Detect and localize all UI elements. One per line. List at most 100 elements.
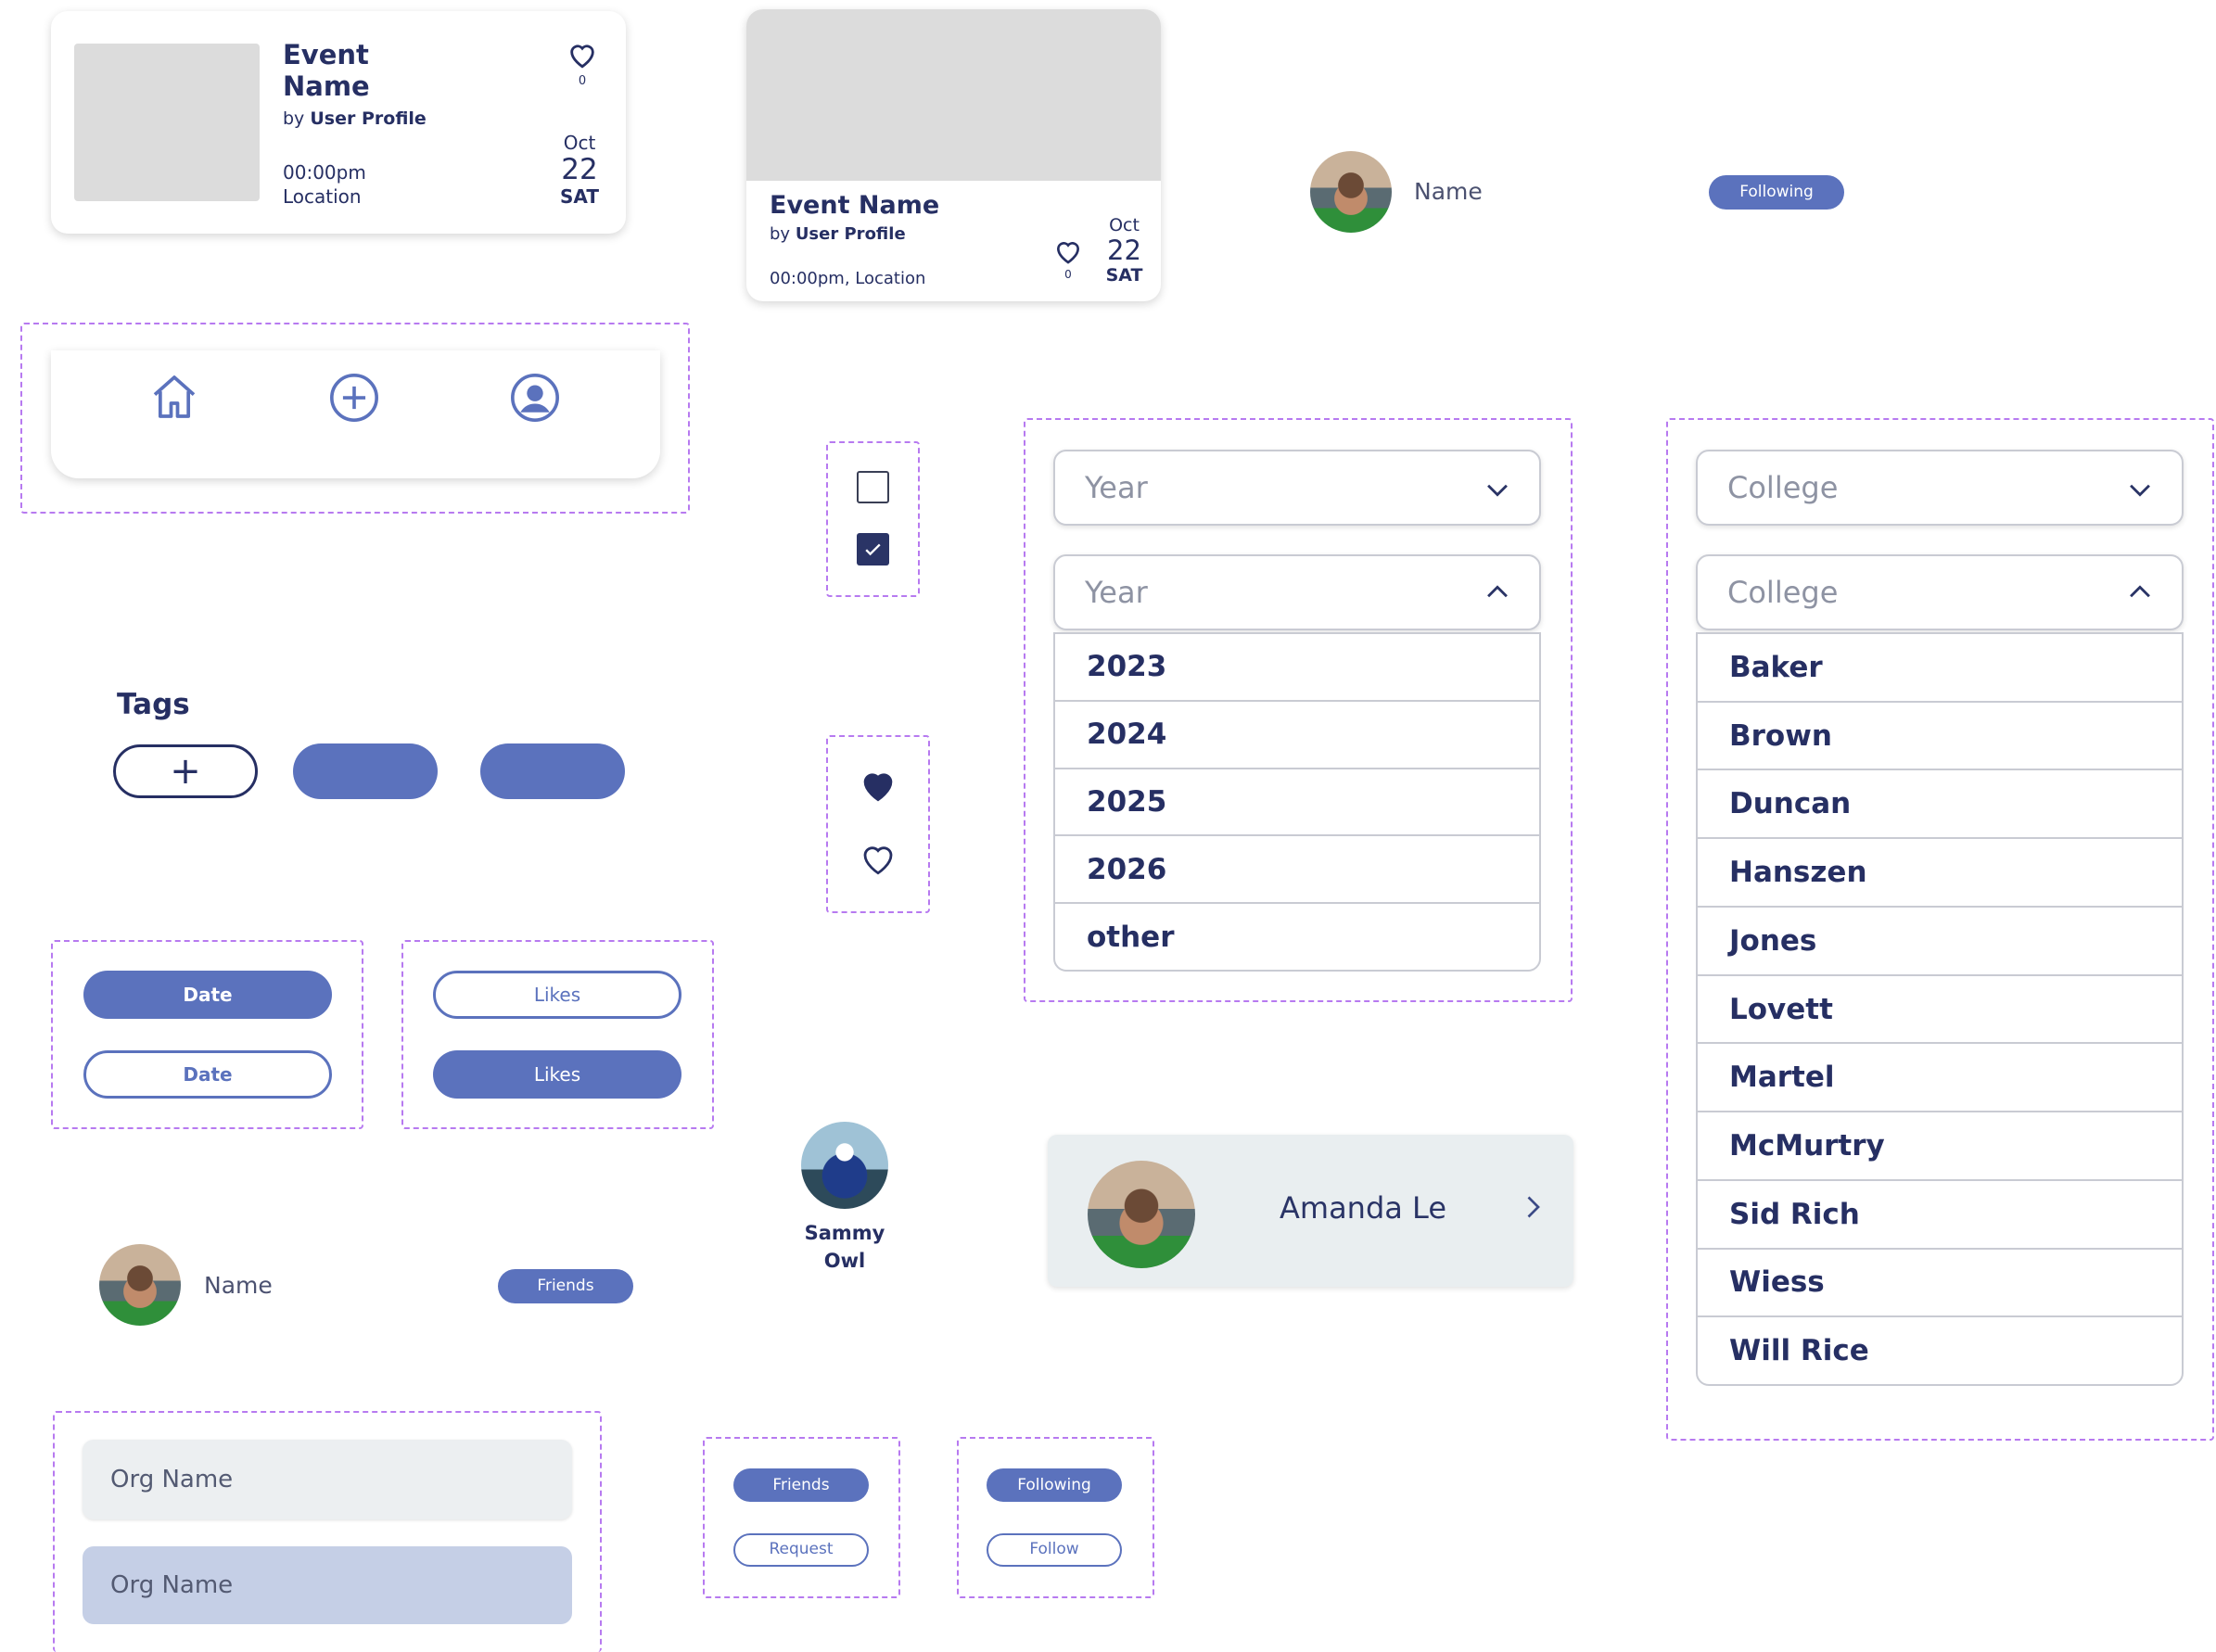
event-date: Oct 22 SAT (1099, 215, 1150, 286)
event-title: Event Name (283, 39, 370, 102)
following-badge[interactable]: Following (1709, 175, 1844, 210)
by-prefix: by (283, 108, 305, 129)
mascot-avatar (801, 1122, 888, 1209)
college-select-placeholder: College (1727, 575, 1839, 610)
org-name-input[interactable]: Org Name (83, 1440, 572, 1519)
friend-button-frame (703, 1437, 900, 1598)
like-count: 0 (578, 74, 587, 88)
add-tag-button[interactable]: + (113, 744, 258, 798)
friends-button[interactable]: Friends (733, 1468, 869, 1502)
likes-sort-active[interactable]: Likes (433, 1050, 681, 1099)
follow-button-frame (957, 1437, 1154, 1598)
heart-outline-icon (570, 44, 594, 69)
year-option[interactable]: 2026 (1055, 836, 1539, 905)
profile-card[interactable]: Amanda Le (1048, 1135, 1573, 1287)
profile-icon (511, 374, 559, 422)
profile-name: Amanda Le (1280, 1190, 1446, 1226)
year-select-placeholder: Year (1085, 575, 1148, 610)
event-thumbnail (74, 44, 260, 201)
tag-chip[interactable] (293, 743, 438, 799)
heart-outline-icon (1056, 242, 1080, 264)
avatar (99, 1244, 181, 1326)
event-weekday: SAT (560, 185, 599, 208)
event-month: Oct (1109, 215, 1140, 235)
college-option[interactable]: McMurtry (1698, 1112, 2182, 1181)
checkmark-icon (865, 543, 881, 556)
likes-sort-frame (401, 940, 714, 1129)
tag-chip[interactable] (480, 743, 625, 799)
year-select-placeholder: Year (1085, 470, 1148, 505)
event-title: Event Name (770, 191, 940, 220)
year-select-expanded[interactable]: Year (1053, 554, 1541, 630)
event-card-vertical[interactable]: Event Name by User Profile 00:00pm, Loca… (746, 9, 1161, 301)
college-option[interactable]: Baker (1698, 634, 2182, 703)
add-circle-icon (330, 374, 378, 422)
avatar (1310, 151, 1392, 233)
college-option[interactable]: Martel (1698, 1044, 2182, 1113)
event-date: Oct 22 SAT (547, 132, 612, 208)
checkbox-checked[interactable] (857, 533, 889, 565)
like-count: 0 (1064, 268, 1072, 281)
year-select-collapsed[interactable]: Year (1053, 450, 1541, 526)
year-option[interactable]: other (1055, 904, 1539, 970)
heart-toggle-frame (826, 735, 930, 913)
date-sort-inactive[interactable]: Date (83, 1050, 332, 1099)
user-name: Name (204, 1272, 273, 1299)
chevron-down-icon (1482, 474, 1513, 505)
year-option[interactable]: 2025 (1055, 769, 1539, 837)
nav-home[interactable] (148, 371, 200, 423)
college-option[interactable]: Wiess (1698, 1250, 2182, 1318)
heart-outline-icon (863, 846, 893, 875)
heart-outline-toggle[interactable] (858, 839, 898, 878)
college-option[interactable]: Sid Rich (1698, 1181, 2182, 1250)
college-option[interactable]: Hanszen (1698, 839, 2182, 908)
event-weekday: SAT (1105, 265, 1143, 286)
college-option[interactable]: Lovett (1698, 976, 2182, 1045)
college-option[interactable]: Will Rice (1698, 1317, 2182, 1384)
friends-badge[interactable]: Friends (498, 1269, 633, 1303)
year-option[interactable]: 2024 (1055, 702, 1539, 769)
nav-add[interactable] (327, 371, 381, 425)
event-time-location: 00:00pm, Location (770, 269, 926, 288)
college-select-placeholder: College (1727, 470, 1839, 505)
request-button[interactable]: Request (733, 1533, 869, 1567)
author-link[interactable]: User Profile (310, 108, 426, 129)
college-select-expanded[interactable]: College (1696, 554, 2184, 630)
plus-icon: + (170, 750, 201, 793)
heart-filled-icon (863, 773, 893, 802)
like-button[interactable]: 0 (1052, 236, 1089, 281)
college-select-collapsed[interactable]: College (1696, 450, 2184, 526)
org-name-input-selected[interactable]: Org Name (83, 1546, 572, 1624)
college-options-list: Baker Brown Duncan Hanszen Jones Lovett … (1696, 632, 2184, 1386)
event-month: Oct (563, 132, 596, 154)
event-day: 22 (561, 153, 598, 186)
home-icon (153, 375, 196, 418)
user-name: Name (1414, 178, 1483, 205)
following-button[interactable]: Following (987, 1468, 1122, 1502)
avatar (1088, 1161, 1195, 1268)
event-banner (746, 9, 1161, 181)
event-time: 00:00pm (283, 161, 366, 184)
date-sort-active[interactable]: Date (83, 971, 332, 1019)
event-author-line: by User Profile (283, 108, 427, 129)
college-option[interactable]: Duncan (1698, 770, 2182, 840)
heart-filled-toggle[interactable] (858, 766, 898, 805)
author-link[interactable]: User Profile (796, 224, 906, 244)
by-prefix: by (770, 224, 791, 244)
college-option[interactable]: Brown (1698, 703, 2182, 771)
nav-profile[interactable] (508, 371, 562, 425)
like-button[interactable]: 0 (566, 39, 603, 88)
chevron-right-icon (1516, 1190, 1549, 1224)
mascot-name: Sammy Owl (804, 1222, 885, 1272)
event-card-horizontal[interactable]: Event Name by User Profile 00:00pm Locat… (51, 11, 626, 234)
year-options-list: 2023 2024 2025 2026 other (1053, 632, 1541, 972)
follow-button[interactable]: Follow (987, 1533, 1122, 1567)
college-option[interactable]: Jones (1698, 908, 2182, 976)
event-day: 22 (1107, 235, 1141, 266)
year-option[interactable]: 2023 (1055, 634, 1539, 702)
chevron-down-icon (2124, 474, 2156, 505)
event-location: Location (283, 185, 362, 208)
checkbox-unchecked[interactable] (857, 471, 889, 503)
likes-sort-inactive[interactable]: Likes (433, 971, 681, 1019)
tags-heading: Tags (117, 688, 190, 721)
